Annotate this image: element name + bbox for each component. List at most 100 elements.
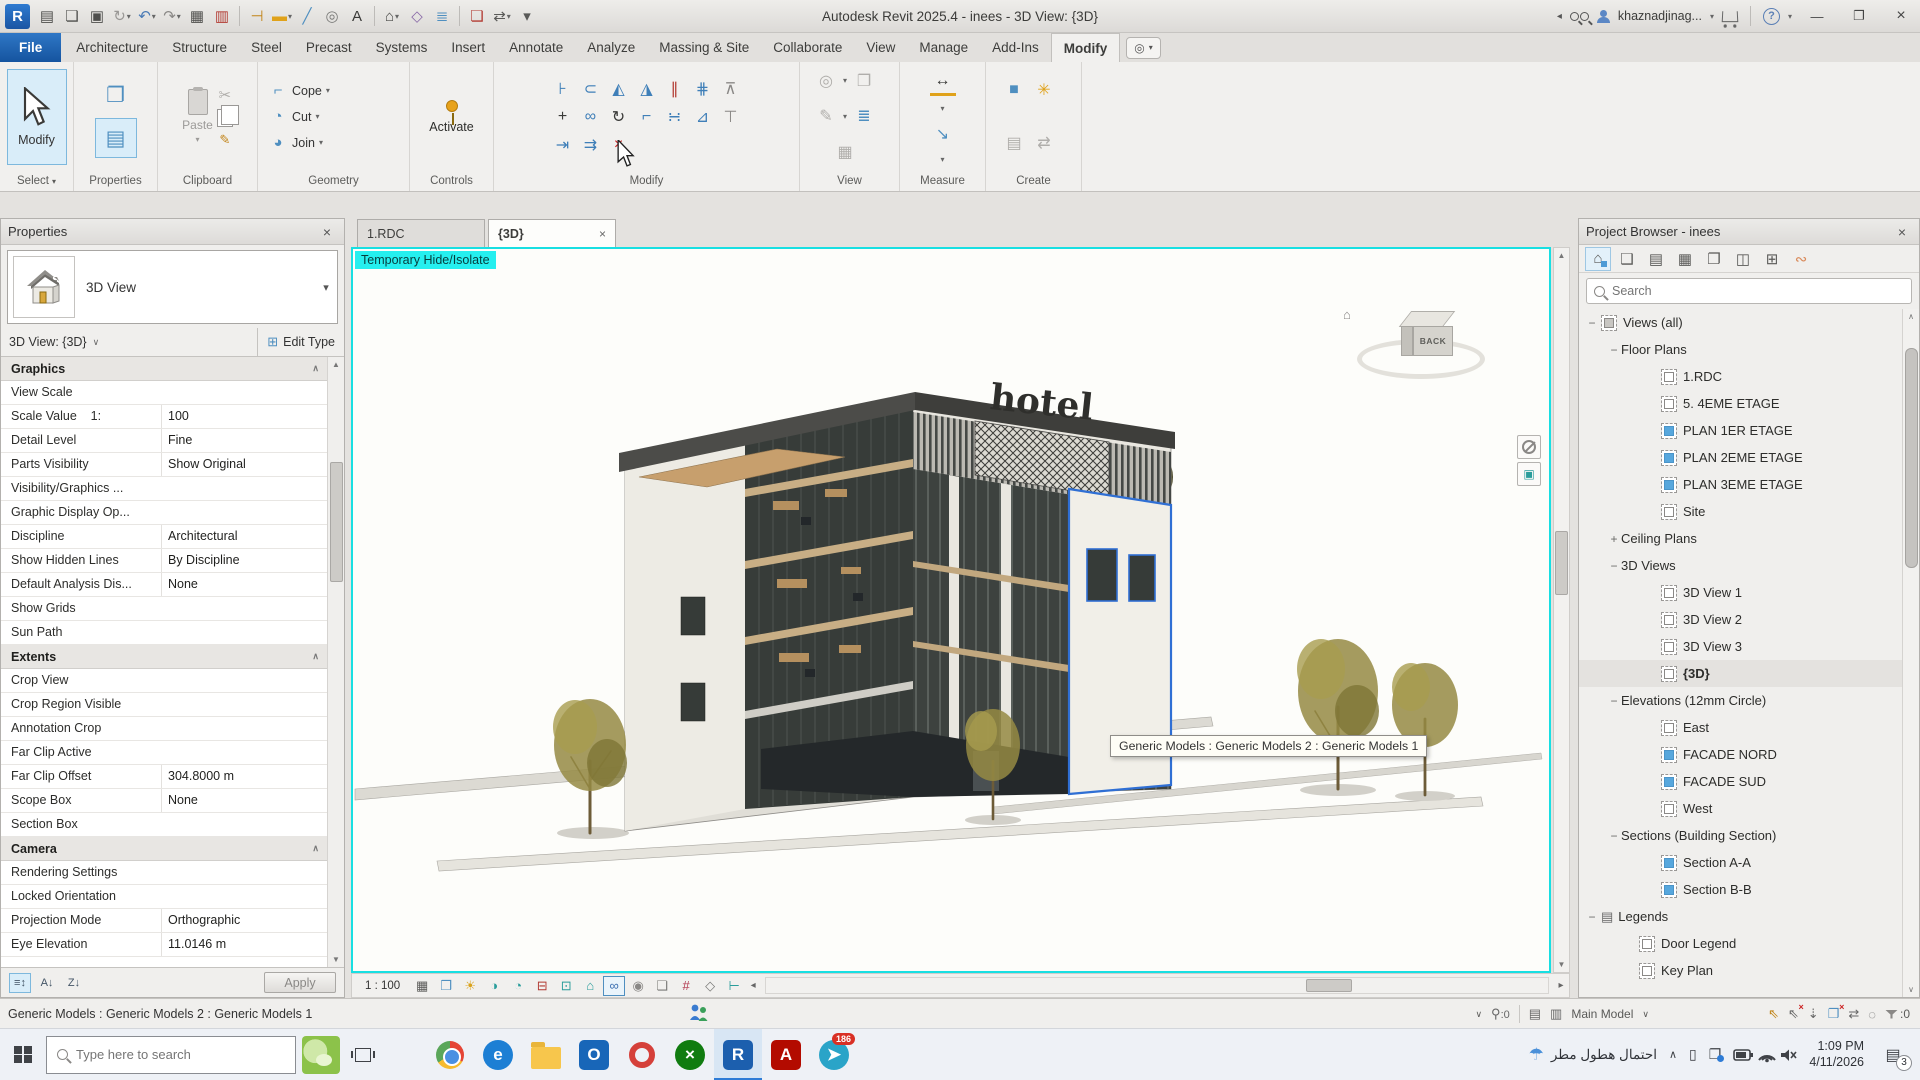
close-button[interactable]: × [1884,3,1918,29]
revit-logo[interactable]: R [5,4,30,29]
create-assembly-icon[interactable]: ▤ [1001,130,1027,156]
type-selector-dropdown-icon[interactable]: ▾ [315,281,337,294]
taskbar-clock[interactable]: 1:09 PM 4/11/2026 [1809,1039,1864,1070]
select-pinned-icon[interactable]: ⇣ [1808,1006,1819,1022]
tree-expander-icon[interactable]: − [1585,316,1599,330]
linework-icon[interactable]: ≣ [851,103,877,129]
close-hidden-icon[interactable]: ❏ [465,3,489,29]
browser-links-icon[interactable]: ∾ [1788,247,1814,271]
browser-selection-icon[interactable]: ❑ [1614,247,1640,271]
ribbon-tab-precast[interactable]: Precast [294,33,364,62]
background-process-icon[interactable]: ◌ [1868,1007,1876,1022]
sun-path-icon[interactable]: ☀ [459,976,481,996]
measure-tool-icon[interactable]: ↔ [930,70,956,96]
selection-filter-icon[interactable]: :0 [1885,1007,1910,1021]
temp-view-props-icon[interactable]: ❏ [651,976,673,996]
create-parts-icon[interactable]: ⇄ [1031,130,1057,156]
signed-in-user[interactable]: khaznadjinag... [1618,9,1702,23]
taskbar-search-box[interactable] [46,1036,296,1074]
tree-item-facade-nord[interactable]: FACADE NORD [1579,741,1919,768]
hscroll-right-icon[interactable]: ▸ [1553,980,1569,991]
browser-search-box[interactable] [1586,278,1912,304]
drawing-area[interactable]: Temporary Hide/Isolate [351,247,1551,973]
minimize-button[interactable]: — [1800,3,1834,29]
temporary-hide-isolate-badge[interactable]: Temporary Hide/Isolate [355,251,496,269]
crop-view-icon[interactable]: ⊟ [531,976,553,996]
tree-item-plan-2eme-etage[interactable]: PLAN 2EME ETAGE [1579,444,1919,471]
help-dropdown-icon[interactable]: ▾ [1788,12,1792,21]
viewcube-home-icon[interactable]: ⌂ [1343,307,1351,322]
project-browser-close-icon[interactable]: × [1892,224,1912,240]
properties-scrollbar[interactable]: ▲▼ [327,357,344,967]
hotel-building[interactable]: hotel [619,376,1175,831]
vscroll-thumb[interactable] [1555,531,1568,595]
view-tab-1-rdc[interactable]: 1.RDC [357,219,485,247]
array-tool-icon[interactable]: ∺ [662,104,688,130]
view-tab-close-icon[interactable]: × [599,227,606,241]
account-avatar-icon[interactable] [1597,10,1610,23]
property-value[interactable]: Orthographic [161,909,327,932]
tree-item-3d-view-1[interactable]: 3D View 1 [1579,579,1919,606]
canvas-vertical-scrollbar[interactable]: ▲ ▼ [1553,247,1570,973]
temp-hide-isolate-icon[interactable]: ∞ [603,976,625,996]
aligned-dim-icon[interactable]: ↘ [930,121,956,147]
line-icon[interactable]: ╱ [295,3,319,29]
browser-schedules-icon[interactable]: ▦ [1672,247,1698,271]
select-by-face-icon[interactable]: ❐× [1828,1006,1840,1022]
file-window-icon[interactable]: ▤ [35,3,59,29]
tree-item--3d-[interactable]: {3D} [1579,660,1919,687]
ribbon-tab-massing-site[interactable]: Massing & Site [647,33,761,62]
measure-icon[interactable]: ▬▾ [270,3,294,29]
tree-item-site[interactable]: Site [1579,498,1919,525]
worksharing-icon[interactable] [688,1003,710,1023]
tree-item-floor-plans[interactable]: −Floor Plans [1579,336,1919,363]
viewcube[interactable]: ⌂ BACK [1371,307,1491,387]
store-cart-icon[interactable] [1722,11,1739,22]
activate-controls-button[interactable]: Activate [429,100,473,134]
rotate-tool-icon[interactable]: ↻ [606,104,632,130]
visual-style-icon[interactable]: ❒ [435,976,457,996]
cope-button[interactable]: ⌐Cope▾ [268,78,330,104]
instance-selector[interactable]: 3D View: {3D} ∨ [1,335,257,349]
collapse-search-icon[interactable]: ◂ [1557,11,1562,22]
undo-icon[interactable]: ↶▾ [135,3,159,29]
tray-status-icons[interactable] [1733,1046,1797,1064]
hscroll-left-icon[interactable]: ◂ [745,980,761,991]
acrobat-app-icon[interactable]: A [762,1029,810,1080]
match-properties-icon[interactable]: ✎ [219,132,230,148]
type-selector[interactable]: 3D View ▾ [7,250,338,324]
editable-worksets-icon[interactable]: ⚲:0 [1491,1006,1510,1022]
tree-item-3d-views[interactable]: −3D Views [1579,552,1919,579]
search-highlights-icon[interactable] [302,1036,340,1074]
redo-icon[interactable]: ↷▾ [160,3,184,29]
move-tool-icon[interactable]: + [550,104,576,130]
sync-icon[interactable]: ↻▾ [110,3,134,29]
tree-item-section-b-b[interactable]: Section B-B [1579,876,1919,903]
restore-button[interactable]: ❐ [1842,3,1876,29]
notification-center-icon[interactable]: ▤ 3 [1876,1035,1910,1075]
section-header-extents[interactable]: Extents∧ [1,645,327,669]
properties-close-icon[interactable]: × [317,224,337,240]
task-view-button[interactable] [344,1036,382,1074]
properties-palette-button[interactable]: ❐ [95,75,137,115]
print-icon[interactable]: ▦ [185,3,209,29]
chrome-app-icon[interactable] [426,1029,474,1080]
transfer-icon[interactable]: ▥ [210,3,234,29]
tree-item-east[interactable]: East [1579,714,1919,741]
reveal-constraints-icon[interactable]: ⊢ [723,976,745,996]
unlocked-view-icon[interactable]: ⌂ [579,976,601,996]
property-value[interactable]: Show Original [161,453,327,476]
select-underlay-icon[interactable]: ⇖× [1788,1006,1799,1022]
browser-views-icon[interactable]: ⌂ [1585,247,1611,271]
tree-item-3d-view-3[interactable]: 3D View 3 [1579,633,1919,660]
ribbon-options-button[interactable]: ◎▾ [1126,37,1161,59]
property-value[interactable]: None [161,789,327,812]
search-binoculars-icon[interactable] [1570,12,1589,21]
switch-windows-icon[interactable]: ⇄▾ [490,3,514,29]
scale-tool-icon[interactable]: ⊿ [690,104,716,130]
displacement-icon[interactable]: ◇ [699,976,721,996]
ribbon-tab-view[interactable]: View [854,33,907,62]
analytical-model-icon[interactable]: # [675,976,697,996]
show-analytical-icon[interactable]: ▣ [1517,462,1541,486]
trim-corner-tool-icon[interactable]: ⌐ [634,104,660,130]
